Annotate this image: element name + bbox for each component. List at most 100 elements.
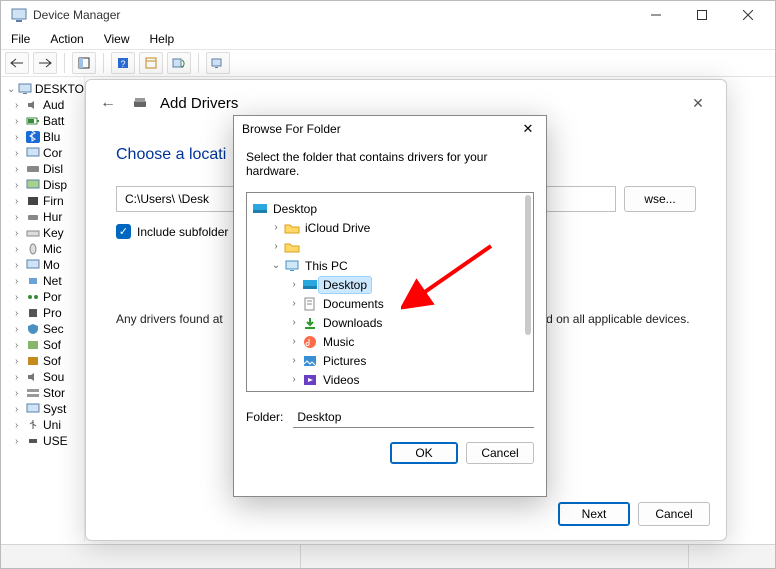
next-button[interactable]: Next: [558, 502, 630, 526]
chevron-right-icon: ›: [15, 404, 25, 415]
bluetooth-icon: [25, 130, 41, 144]
tree-item-label: Key: [43, 226, 64, 240]
tree-item[interactable]: ›USE: [9, 433, 84, 449]
display-icon: [25, 178, 41, 192]
tree-item-label: Syst: [43, 402, 66, 416]
tree-item[interactable]: ›Cor: [9, 145, 84, 161]
menu-action[interactable]: Action: [46, 32, 87, 46]
folder-pc-documents[interactable]: › Documents: [251, 294, 529, 313]
toolbar-help-button[interactable]: ?: [111, 52, 135, 74]
chevron-right-icon: ›: [15, 340, 25, 351]
browse-cancel-button[interactable]: Cancel: [466, 442, 534, 464]
folder-icloud[interactable]: › iCloud Drive: [251, 218, 529, 237]
toolbar-show-hide-button[interactable]: [72, 52, 96, 74]
maximize-button[interactable]: [679, 1, 725, 29]
mouse-icon: [25, 242, 41, 256]
tree-item[interactable]: ›Sof: [9, 337, 84, 353]
folder-pc-desktop[interactable]: › Desktop: [251, 275, 529, 294]
computer-icon: [17, 82, 33, 96]
tree-item[interactable]: ›Aud: [9, 97, 84, 113]
browse-close-button[interactable]: ✕: [518, 121, 538, 137]
keyboard-icon: [25, 226, 41, 240]
tree-item[interactable]: ›Uni: [9, 417, 84, 433]
toolbar-devices-button[interactable]: [206, 52, 230, 74]
tree-item[interactable]: ›Sou: [9, 369, 84, 385]
toolbar-scan-button[interactable]: [167, 52, 191, 74]
device-tree[interactable]: ⌄ DESKTO ›Aud›Batt›Blu›Cor›Disl›Disp›Fir…: [1, 77, 85, 542]
tree-item[interactable]: ›Pro: [9, 305, 84, 321]
chevron-right-icon: ›: [15, 100, 25, 111]
tree-item[interactable]: › Syst: [9, 401, 84, 417]
folder-pc-pictures[interactable]: › Pictures: [251, 351, 529, 370]
tree-root[interactable]: ⌄ DESKTO: [7, 81, 84, 97]
chevron-right-icon[interactable]: ›: [269, 241, 283, 252]
tree-item[interactable]: ›Disl: [9, 161, 84, 177]
folder-field-label: Folder:: [246, 410, 283, 424]
tree-item[interactable]: ›Por: [9, 289, 84, 305]
tree-item[interactable]: ›Firn: [9, 193, 84, 209]
tree-item[interactable]: ›Mic: [9, 241, 84, 257]
menu-file[interactable]: File: [7, 32, 34, 46]
chevron-down-icon[interactable]: ⌄: [269, 260, 283, 271]
cpu-icon: [25, 306, 41, 320]
folder-label: This PC: [301, 258, 352, 274]
folder-blank[interactable]: ›: [251, 237, 529, 256]
folder-desktop[interactable]: Desktop: [251, 199, 529, 218]
chevron-right-icon[interactable]: ›: [287, 298, 301, 309]
toolbar-forward-button[interactable]: [33, 52, 57, 74]
tree-item[interactable]: ›Net: [9, 273, 84, 289]
tree-item[interactable]: ›Sec: [9, 321, 84, 337]
chevron-right-icon[interactable]: ›: [269, 222, 283, 233]
close-button[interactable]: [725, 1, 771, 29]
folder-this-pc[interactable]: ⌄ This PC: [251, 256, 529, 275]
folder-label: iCloud Drive: [301, 220, 374, 236]
chevron-right-icon: ›: [15, 436, 25, 447]
folder-input[interactable]: [293, 406, 534, 428]
computer-icon: [283, 258, 301, 274]
tree-item[interactable]: ›Stor: [9, 385, 84, 401]
tree-item-label: Por: [43, 290, 62, 304]
statusbar: [1, 544, 775, 568]
toolbar-properties-button[interactable]: [139, 52, 163, 74]
cancel-label: Cancel: [481, 446, 518, 460]
tree-item-label: Pro: [43, 306, 62, 320]
back-button[interactable]: ←: [100, 94, 120, 112]
folder-label: Desktop: [319, 277, 371, 293]
chevron-right-icon[interactable]: ›: [287, 355, 301, 366]
folder-pc-music[interactable]: › Music: [251, 332, 529, 351]
chevron-right-icon[interactable]: ›: [287, 317, 301, 328]
minimize-button[interactable]: [633, 1, 679, 29]
usb-icon: [25, 418, 41, 432]
disk-icon: [25, 162, 41, 176]
menubar: File Action View Help: [1, 29, 775, 49]
include-subfolders-checkbox[interactable]: ✓: [116, 224, 131, 239]
chevron-right-icon: ›: [15, 244, 25, 255]
tree-item[interactable]: ›Blu: [9, 129, 84, 145]
folder-pc-videos[interactable]: › Videos: [251, 370, 529, 389]
browse-button[interactable]: wse...: [624, 186, 696, 212]
chevron-right-icon[interactable]: ›: [287, 336, 301, 347]
videos-icon: [301, 372, 319, 388]
menu-help[interactable]: Help: [146, 32, 179, 46]
sound-icon: [25, 370, 41, 384]
drive-icon: [132, 95, 148, 111]
chevron-right-icon[interactable]: ›: [287, 279, 301, 290]
scrollbar[interactable]: [525, 195, 531, 335]
ok-button[interactable]: OK: [390, 442, 458, 464]
folder-pc-downloads[interactable]: › Downloads: [251, 313, 529, 332]
close-icon[interactable]: ✕: [684, 95, 712, 112]
toolbar-back-button[interactable]: [5, 52, 29, 74]
tree-item[interactable]: ›Batt: [9, 113, 84, 129]
tree-item[interactable]: ›Mo: [9, 257, 84, 273]
folder-tree[interactable]: Desktop › iCloud Drive › ⌄ This PC › Des…: [246, 192, 534, 392]
chevron-right-icon[interactable]: ›: [287, 374, 301, 385]
menu-view[interactable]: View: [100, 32, 134, 46]
tree-item-label: Firn: [43, 194, 64, 208]
chevron-right-icon: ›: [15, 420, 25, 431]
tree-item[interactable]: ›Hur: [9, 209, 84, 225]
tree-root-label: DESKTO: [35, 82, 84, 96]
tree-item[interactable]: ›Sof: [9, 353, 84, 369]
cancel-button[interactable]: Cancel: [638, 502, 710, 526]
tree-item[interactable]: ›Key: [9, 225, 84, 241]
tree-item[interactable]: ›Disp: [9, 177, 84, 193]
